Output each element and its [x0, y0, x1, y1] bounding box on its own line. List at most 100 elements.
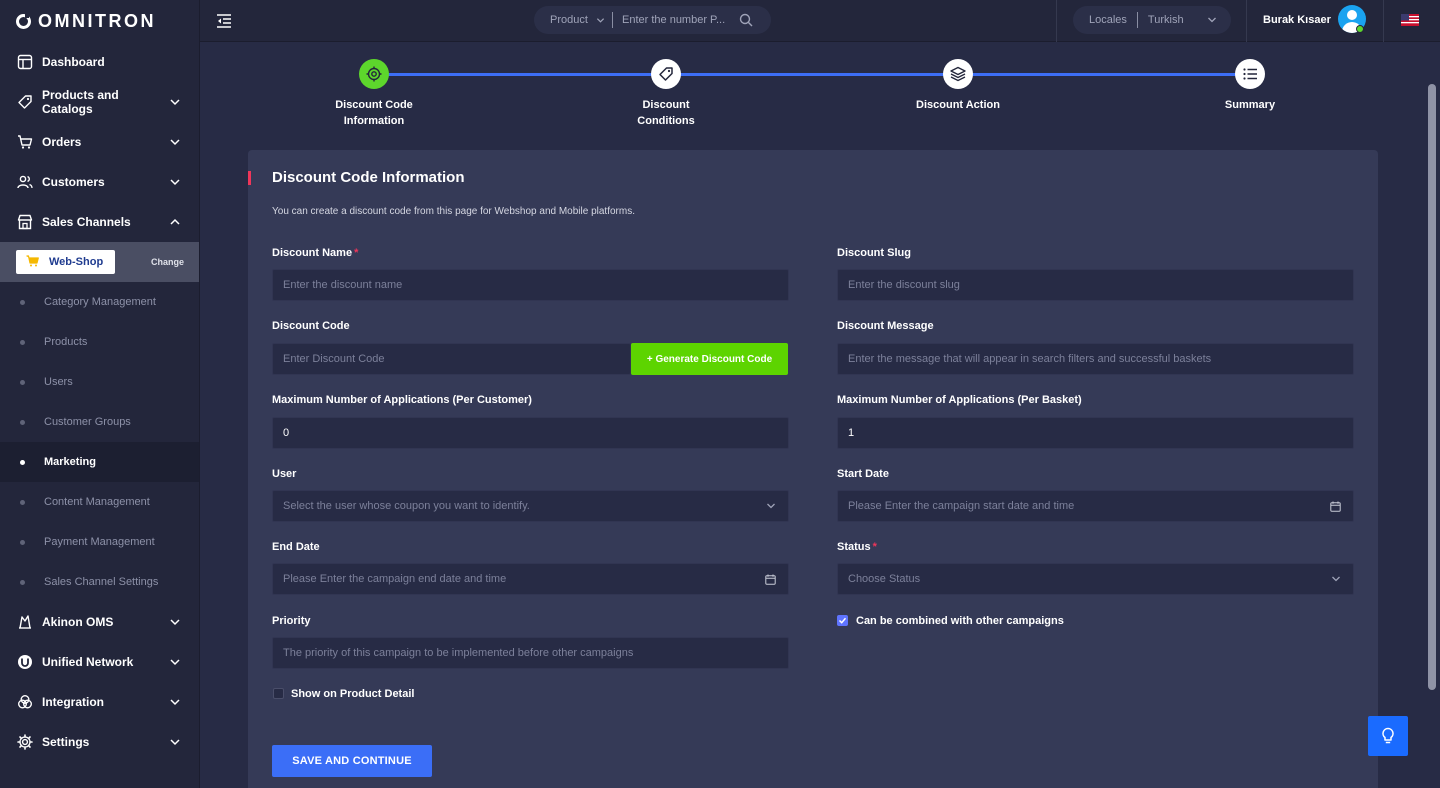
step-circle	[359, 59, 389, 89]
discount-name-input[interactable]: Enter the discount name	[272, 269, 789, 301]
input-placeholder: The priority of this campaign to be impl…	[283, 647, 634, 659]
status-label: Status *	[837, 541, 877, 553]
chevron-down-icon[interactable]	[169, 736, 181, 748]
chevron-down-icon[interactable]	[169, 616, 181, 628]
change-channel-link[interactable]: Change	[151, 257, 184, 267]
chevron-down-icon[interactable]	[169, 656, 181, 668]
step-discount-conditions[interactable]: Discount Conditions	[606, 59, 726, 129]
sidebar-item-settings[interactable]: Settings	[0, 722, 199, 762]
sidebar-subitem-payment-management[interactable]: Payment Management	[0, 522, 199, 562]
max-applications-per-basket-input[interactable]: 1	[837, 417, 1354, 449]
step-discount-code-information[interactable]: Discount Code Information	[314, 59, 434, 129]
generate-discount-code-button[interactable]: + Generate Discount Code	[631, 343, 788, 375]
input-placeholder: Enter the discount name	[283, 279, 403, 291]
label-text: Discount Name	[272, 247, 353, 259]
end-date-input[interactable]: Please Enter the campaign end date and t…	[272, 563, 789, 595]
bullet-dot	[20, 579, 25, 585]
page-scrollbar[interactable]	[1428, 84, 1436, 690]
sidebar-item-products-and-catalogs[interactable]: Products and Catalogs	[0, 82, 199, 122]
chevron-down-icon[interactable]	[169, 176, 181, 188]
status-select[interactable]: Choose Status	[837, 563, 1354, 595]
stepper-progress-line	[378, 73, 1253, 76]
chevron-down-icon	[767, 503, 775, 509]
channel-selector: Web-Shop Change	[0, 242, 199, 282]
brand-logo[interactable]: OMNITRON	[0, 0, 199, 42]
divider	[1383, 0, 1384, 42]
sidebar-item-integration[interactable]: Integration	[0, 682, 199, 722]
sidebar-item-sales-channels[interactable]: Sales Channels	[0, 202, 199, 242]
user-name[interactable]: Burak Kısaer	[1263, 14, 1331, 26]
priority-input[interactable]: The priority of this campaign to be impl…	[272, 637, 789, 669]
sidebar-item-label: Unified Network	[42, 655, 134, 669]
input-placeholder: Enter Discount Code	[283, 353, 385, 365]
sidebar-item-unified-network[interactable]: Unified Network	[0, 642, 199, 682]
chevron-down-icon[interactable]	[169, 136, 181, 148]
sidebar-subitem-customer-groups[interactable]: Customer Groups	[0, 402, 199, 442]
save-and-continue-button[interactable]: SAVE AND CONTINUE	[272, 745, 432, 777]
sidebar-subitem-marketing[interactable]: Marketing	[0, 442, 199, 482]
user-select[interactable]: Select the user whose coupon you want to…	[272, 490, 789, 522]
step-label: Summary	[1224, 99, 1276, 111]
help-button[interactable]	[1368, 716, 1408, 756]
search-type-select[interactable]: Product	[534, 14, 612, 26]
sidebar-subitem-label: Content Management	[44, 496, 150, 508]
sidebar-subitem-label: Products	[44, 336, 88, 348]
sidebar-subitem-sales-channel-settings[interactable]: Sales Channel Settings	[0, 562, 199, 602]
combinable-label: Can be combined with other campaigns	[856, 615, 1064, 627]
step-summary[interactable]: Summary	[1190, 59, 1310, 113]
list-icon	[1243, 68, 1257, 80]
title-accent-bar	[248, 171, 251, 185]
tag-icon	[659, 67, 673, 81]
wizard-stepper: Discount Code Information Discount Condi…	[200, 42, 1424, 150]
discount-slug-input[interactable]: Enter the discount slug	[837, 269, 1354, 301]
store-icon	[16, 213, 34, 231]
sidebar-subitem-content-management[interactable]: Content Management	[0, 482, 199, 522]
discount-message-input[interactable]: Enter the message that will appear in se…	[837, 343, 1354, 375]
search-icon[interactable]	[739, 13, 753, 27]
flag-icon[interactable]	[1401, 14, 1419, 26]
sidebar-subitem-category-management[interactable]: Category Management	[0, 282, 199, 322]
show-on-product-detail-checkbox[interactable]	[273, 688, 284, 699]
start-date-label: Start Date	[837, 468, 889, 480]
layers-icon	[950, 66, 966, 82]
combinable-checkbox[interactable]	[837, 615, 848, 626]
page-title: Discount Code Information	[272, 169, 465, 186]
sidebar-item-dashboard[interactable]: Dashboard	[0, 42, 199, 82]
chevron-down-icon[interactable]	[169, 96, 181, 108]
calendar-icon[interactable]	[1330, 501, 1341, 512]
end-date-label: End Date	[272, 541, 320, 553]
discount-name-label: Discount Name *	[272, 247, 358, 259]
sidebar-item-orders[interactable]: Orders	[0, 122, 199, 162]
sidebar-item-label: Sales Channels	[42, 215, 131, 229]
global-search: Product Enter the number P...	[534, 6, 771, 34]
locale-select[interactable]: Locales Turkish	[1073, 6, 1231, 34]
sidebar-subitem-users[interactable]: Users	[0, 362, 199, 402]
sidebar-subitem-label: Payment Management	[44, 536, 155, 548]
locale-value: Turkish	[1147, 14, 1184, 26]
start-date-input[interactable]: Please Enter the campaign start date and…	[837, 490, 1354, 522]
search-input[interactable]: Enter the number P...	[613, 14, 733, 26]
step-circle	[943, 59, 973, 89]
step-discount-action[interactable]: Discount Action	[898, 59, 1018, 113]
sidebar-item-akinon-oms[interactable]: Akinon OMS	[0, 602, 199, 642]
dashboard-icon	[16, 53, 34, 71]
step-label: Discount Conditions	[637, 99, 695, 127]
bullet-dot	[20, 499, 25, 505]
sidebar-subitem-label: Sales Channel Settings	[44, 576, 159, 588]
users-icon	[16, 173, 34, 191]
sidebar-subitem-label: Marketing	[44, 456, 96, 468]
collapse-sidebar-icon[interactable]	[216, 13, 232, 29]
sidebar: OMNITRON Dashboard Products and Catalogs…	[0, 0, 200, 788]
chevron-up-icon[interactable]	[169, 216, 181, 228]
chevron-down-icon[interactable]	[169, 696, 181, 708]
discount-code-input[interactable]: Enter Discount Code	[272, 343, 631, 375]
max-applications-per-customer-input[interactable]: 0	[272, 417, 789, 449]
user-label: User	[272, 468, 297, 480]
bullet-dot	[20, 459, 25, 465]
bullet-dot	[20, 539, 25, 545]
calendar-icon[interactable]	[765, 574, 776, 585]
sidebar-subitem-products[interactable]: Products	[0, 322, 199, 362]
sidebar-item-customers[interactable]: Customers	[0, 162, 199, 202]
sidebar-subitem-label: Users	[44, 376, 73, 388]
channel-webshop-button[interactable]: Web-Shop	[16, 250, 115, 274]
